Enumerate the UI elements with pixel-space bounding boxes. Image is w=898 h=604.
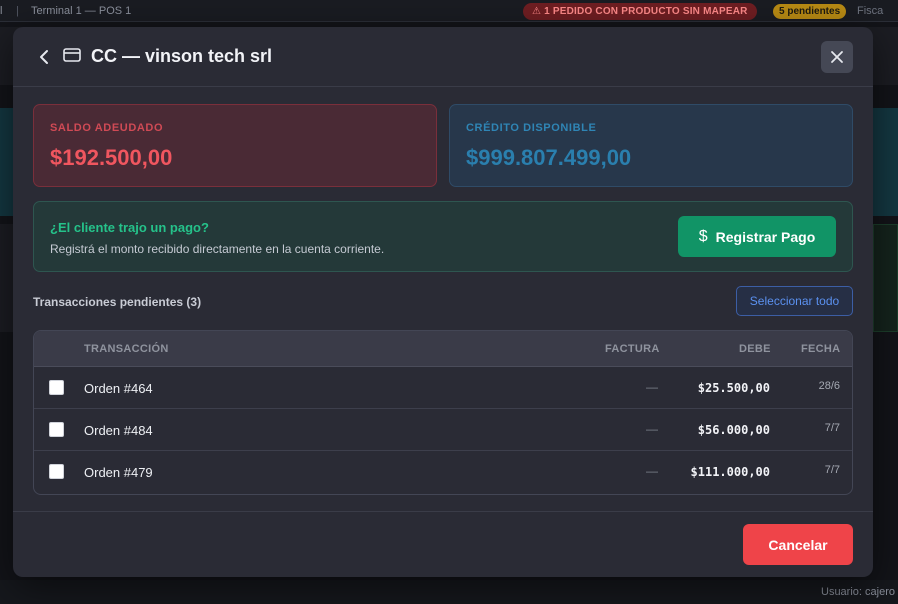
pending-badge[interactable]: 5 pendientes: [773, 4, 847, 19]
select-all-button[interactable]: Seleccionar todo: [736, 286, 853, 316]
modal-footer: Cancelar: [13, 511, 873, 577]
close-icon: [831, 51, 843, 63]
current-user: Usuario: cajero d: [821, 586, 898, 598]
column-transaction: TRANSACCIÓN: [84, 343, 169, 355]
terminal-label: Terminal 1 — POS 1: [31, 5, 132, 17]
row-transaction: Orden #479: [84, 465, 153, 480]
payment-prompt: ¿El cliente trajo un pago? Registrá el m…: [33, 201, 853, 272]
balance-due-value: $192.500,00: [50, 145, 173, 170]
credit-card-icon: [63, 48, 81, 62]
register-payment-button[interactable]: $ Registrar Pago: [678, 216, 836, 257]
pending-transactions-label: Transacciones pendientes (3): [33, 295, 202, 309]
row-invoice: —: [646, 464, 658, 478]
dollar-icon: $: [698, 227, 708, 245]
table-row[interactable]: Orden #464 — $25.500,00 28/6: [34, 367, 852, 409]
balance-due-card: SALDO ADEUDADO $192.500,00: [33, 104, 437, 187]
row-transaction: Orden #484: [84, 423, 153, 438]
modal-title: CC — vinson tech srl: [91, 46, 273, 66]
table-row[interactable]: Orden #484 — $56.000,00 7/7: [34, 409, 852, 451]
column-invoice: FACTURA: [605, 343, 660, 355]
topbar-separator: |: [16, 5, 19, 17]
column-date: FECHA: [801, 343, 841, 355]
row-date: 7/7: [824, 422, 840, 434]
transactions-table: TRANSACCIÓN FACTURA DEBE FECHA Orden #46…: [33, 330, 853, 495]
payment-prompt-title: ¿El cliente trajo un pago?: [50, 220, 209, 235]
table-row[interactable]: Orden #479 — $111.000,00 7/7: [34, 451, 852, 493]
row-debit: $25.500,00: [697, 381, 770, 395]
chevron-left-icon[interactable]: [35, 47, 53, 67]
row-debit: $111.000,00: [690, 465, 770, 479]
unmapped-product-alert[interactable]: ⚠ 1 PEDIDO CON PRODUCTO SIN MAPEAR: [523, 3, 757, 20]
modal-header: CC — vinson tech srl: [13, 27, 873, 87]
row-checkbox[interactable]: [49, 380, 64, 395]
app-topbar: l | Terminal 1 — POS 1 ⚠ 1 PEDIDO CON PR…: [0, 0, 898, 22]
row-debit: $56.000,00: [697, 423, 770, 437]
available-credit-card: CRÉDITO DISPONIBLE $999.807.499,00: [449, 104, 853, 187]
available-credit-label: CRÉDITO DISPONIBLE: [466, 122, 597, 134]
cancel-button[interactable]: Cancelar: [743, 524, 853, 565]
available-credit-value: $999.807.499,00: [466, 145, 632, 170]
account-modal: CC — vinson tech srl SALDO ADEUDADO $192…: [13, 27, 873, 577]
row-invoice: —: [646, 380, 658, 394]
row-transaction: Orden #464: [84, 381, 153, 396]
status-bar: Usuario: cajero d: [0, 580, 898, 604]
close-button[interactable]: [821, 41, 853, 73]
payment-prompt-subtitle: Registrá el monto recibido directamente …: [50, 242, 385, 256]
row-checkbox[interactable]: [49, 464, 64, 479]
topbar-left-fragment: l: [0, 5, 3, 17]
column-debit: DEBE: [739, 343, 771, 355]
fiscal-label[interactable]: Fisca: [857, 5, 883, 17]
table-header: TRANSACCIÓN FACTURA DEBE FECHA: [34, 331, 852, 367]
row-checkbox[interactable]: [49, 422, 64, 437]
row-date: 7/7: [824, 464, 840, 476]
register-payment-label: Registrar Pago: [715, 228, 816, 245]
row-invoice: —: [646, 422, 658, 436]
balance-due-label: SALDO ADEUDADO: [50, 122, 164, 134]
row-date: 28/6: [818, 380, 840, 392]
